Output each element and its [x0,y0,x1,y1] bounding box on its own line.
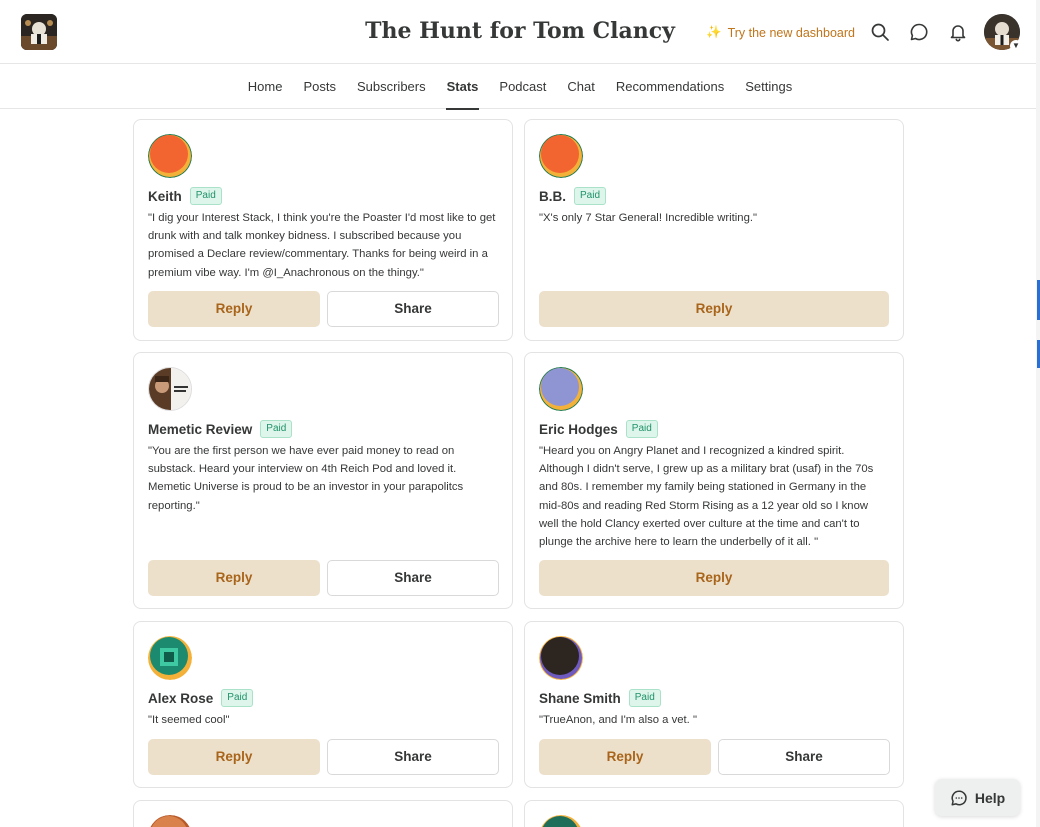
chat-bubble-icon [951,789,967,806]
tab-podcast[interactable]: Podcast [489,65,557,109]
reply-button[interactable]: Reply [539,291,889,327]
paid-badge: Paid [221,689,254,707]
tab-home[interactable]: Home [237,65,293,109]
chat-bubble-icon[interactable] [909,22,929,42]
window-edge [1036,0,1040,827]
bell-icon[interactable] [948,22,968,42]
publication-title[interactable]: The Hunt for Tom Clancy [365,18,675,44]
tab-chat[interactable]: Chat [557,65,605,109]
subscriber-card: Alex Rose Paid "It seemed cool" Reply Sh… [133,621,513,788]
search-icon[interactable] [870,22,890,42]
subscriber-message: "Heard you on Angry Planet and I recogni… [539,445,874,549]
avatar [148,815,192,827]
avatar [148,134,192,178]
avatar [539,636,583,680]
publication-logo[interactable] [21,14,57,50]
subscriber-card: Shane Smith Paid "TrueAnon, and I'm also… [524,621,904,788]
reply-button[interactable]: Reply [148,291,320,327]
paid-badge: Paid [625,420,658,438]
subscriber-card [133,800,513,827]
chevron-down-icon[interactable]: ▼ [1010,40,1022,52]
subscriber-message: "X's only 7 Star General! Incredible wri… [539,212,758,224]
try-new-dashboard-label: Try the new dashboard [727,25,855,40]
subscriber-name[interactable]: B.B. [539,189,566,204]
share-button[interactable]: Share [718,739,890,775]
reply-button[interactable]: Reply [539,739,711,775]
share-button[interactable]: Share [327,560,499,596]
paid-badge: Paid [574,187,607,205]
reply-button[interactable]: Reply [539,560,889,596]
subscriber-message: "I dig your Interest Stack, I think you'… [148,212,496,279]
avatar [539,134,583,178]
help-button[interactable]: Help [935,779,1020,816]
subscriber-card: Memetic Review Paid "You are the first p… [133,352,513,609]
subscriber-notes-grid: Keith Paid "I dig your Interest Stack, I… [0,110,1040,827]
tab-stats[interactable]: Stats [436,65,489,110]
subscriber-name[interactable]: Alex Rose [148,691,213,706]
tab-subscribers[interactable]: Subscribers [346,65,436,109]
tab-settings[interactable]: Settings [735,65,803,109]
avatar [148,636,192,680]
sparkle-icon: ✨ [706,25,722,39]
subscriber-name[interactable]: Eric Hodges [539,422,618,437]
subscriber-card: B.B. Paid "X's only 7 Star General! Incr… [524,119,904,341]
subscriber-message: "It seemed cool" [148,714,230,726]
subscriber-message: "TrueAnon, and I'm also a vet. " [539,714,697,726]
subscriber-name[interactable]: Shane Smith [539,691,621,706]
try-new-dashboard-link[interactable]: ✨ Try the new dashboard [706,25,855,40]
paid-badge: Paid [260,420,293,438]
reply-button[interactable]: Reply [148,739,320,775]
share-button[interactable]: Share [327,291,499,327]
tab-recommendations[interactable]: Recommendations [605,65,734,109]
tab-posts[interactable]: Posts [293,65,347,109]
reply-button[interactable]: Reply [148,560,320,596]
help-label: Help [974,789,1006,806]
subscriber-card [524,800,904,827]
subscriber-message: "You are the first person we have ever p… [148,445,464,512]
avatar [539,815,583,827]
subscriber-name[interactable]: Keith [148,189,182,204]
subscriber-card: Eric Hodges Paid "Heard you on Angry Pla… [524,352,904,609]
paid-badge: Paid [189,187,222,205]
paid-badge: Paid [628,689,661,707]
avatar [148,367,192,411]
subscriber-card: Keith Paid "I dig your Interest Stack, I… [133,119,513,341]
top-bar: The Hunt for Tom Clancy ✨ Try the new da… [0,0,1040,64]
dashboard-nav: Home Posts Subscribers Stats Podcast Cha… [0,65,1040,110]
share-button[interactable]: Share [327,739,499,775]
avatar [539,367,583,411]
subscriber-name[interactable]: Memetic Review [148,422,252,437]
